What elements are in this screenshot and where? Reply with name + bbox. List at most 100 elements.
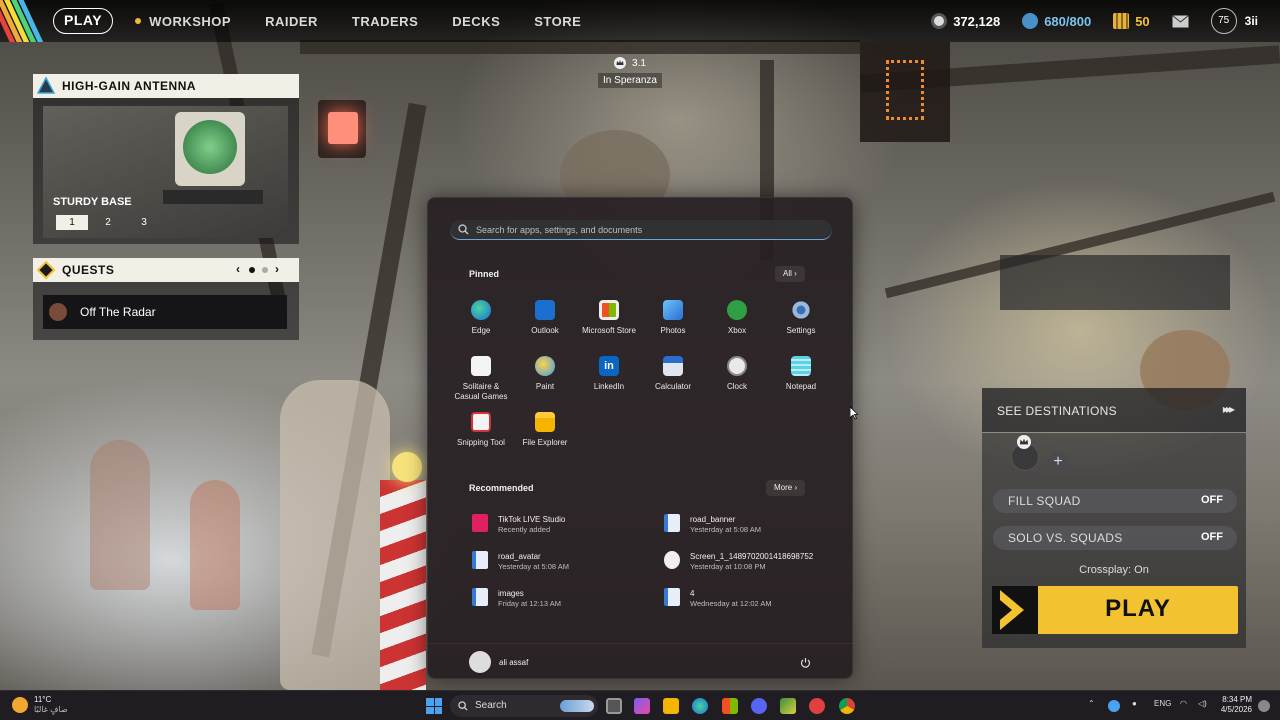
app-xbox[interactable]: Xbox	[705, 298, 769, 352]
weather-temp[interactable]: 11°C	[34, 695, 51, 704]
tray-overflow-icon[interactable]: ⌃	[1088, 699, 1095, 708]
taskbar-search-label: Search	[475, 700, 507, 711]
app-outlook[interactable]: Outlook	[513, 298, 577, 352]
notification-icon[interactable]	[1258, 700, 1270, 712]
solo-vs-squads-label: SOLO VS. SQUADS	[1008, 531, 1123, 545]
snipping-tool-icon	[471, 412, 491, 432]
app-label: Clock	[726, 382, 747, 391]
quests-prev-icon[interactable]: ‹	[236, 262, 241, 276]
chrome-icon[interactable]	[839, 698, 855, 714]
rec-name: road_avatar	[498, 552, 541, 561]
nav-decks[interactable]: DECKS	[452, 14, 500, 29]
antenna-tab-3[interactable]: 3	[128, 215, 160, 230]
recommended-item[interactable]: road_avatar Yesterday at 5:08 AM	[468, 547, 648, 575]
app-label: File Explorer	[522, 438, 568, 447]
solo-vs-squads-toggle[interactable]: SOLO VS. SQUADS OFF	[993, 526, 1237, 550]
notification-dot-icon	[135, 18, 142, 24]
app-snipping-tool[interactable]: Snipping Tool	[449, 410, 513, 464]
network-status-icon[interactable]	[1108, 700, 1120, 712]
recommended-item[interactable]: road_banner Yesterday at 5:08 AM	[660, 510, 840, 538]
recommended-item[interactable]: Screen_1_1489702001418698752 Yesterday a…	[660, 547, 840, 575]
recommended-item[interactable]: TikTok LIVE Studio Recently added	[468, 510, 648, 538]
taskbar-date[interactable]: 4/5/2026	[1214, 705, 1252, 714]
player-level-badge[interactable]: 75	[1210, 8, 1237, 34]
taskbar-time[interactable]: 8:34 PM	[1218, 695, 1252, 704]
solo-vs-squads-value: OFF	[1201, 531, 1223, 543]
weather-icon[interactable]	[12, 697, 28, 713]
nav-store[interactable]: STORE	[534, 14, 581, 29]
user-name[interactable]: ali assaf	[499, 658, 528, 667]
antenna-tab-2[interactable]: 2	[92, 215, 124, 230]
app-paint[interactable]: Paint	[513, 354, 577, 408]
antenna-card[interactable]: HIGH-GAIN ANTENNA STURDY BASE 1 2 3	[33, 74, 299, 244]
volume-icon[interactable]: ◁)	[1198, 699, 1207, 708]
quests-page-dot[interactable]	[262, 267, 268, 273]
folder-icon[interactable]	[663, 698, 679, 714]
quests-next-icon[interactable]: ›	[275, 262, 280, 276]
nav-raider[interactable]: RAIDER	[265, 14, 318, 29]
brand-stripes	[0, 0, 50, 42]
nav-workshop[interactable]: WORKSHOP	[135, 14, 231, 29]
app-calculator[interactable]: Calculator	[641, 354, 705, 408]
app-microsoft-store[interactable]: Microsoft Store	[577, 298, 641, 352]
see-destinations-button[interactable]: SEE DESTINATIONS ▸▸▸	[982, 388, 1246, 432]
windows-taskbar: 11°C صافٍ غالبًا Search ⌃ ● ENG ◠ ◁) 8:3…	[0, 690, 1280, 720]
more-button[interactable]: More ›	[766, 480, 806, 496]
rec-name: 4	[690, 589, 695, 598]
play-button[interactable]: PLAY	[992, 586, 1238, 634]
task-view-icon[interactable]	[606, 698, 622, 714]
player-tag[interactable]: 3ii	[1245, 14, 1258, 28]
rec-sub: Wednesday at 12:02 AM	[690, 599, 772, 608]
game-launcher-icon[interactable]	[780, 698, 796, 714]
folder-icon	[535, 412, 555, 432]
discord-icon[interactable]	[751, 698, 767, 714]
store-icon[interactable]	[722, 698, 738, 714]
windows-start-icon[interactable]	[426, 698, 442, 714]
calculator-icon	[663, 356, 683, 376]
tokens-balance[interactable]: 680/800	[1022, 13, 1091, 29]
start-search-box[interactable]	[450, 220, 832, 240]
solitaire-icon	[471, 356, 491, 376]
edge-icon[interactable]	[692, 698, 708, 714]
recommended-title: Recommended	[469, 483, 534, 493]
app-notepad[interactable]: Notepad	[769, 354, 833, 408]
recommended-item[interactable]: 4 Wednesday at 12:02 AM	[660, 584, 840, 612]
antenna-tab-1[interactable]: 1	[56, 215, 88, 230]
language-indicator[interactable]: ENG	[1154, 699, 1171, 708]
rec-sub: Yesterday at 10:08 PM	[690, 562, 766, 571]
antenna-label: STURDY BASE	[53, 196, 132, 208]
app-label: Notepad	[785, 382, 817, 391]
add-squad-member-icon[interactable]: +	[1048, 452, 1068, 472]
notepad-icon	[791, 356, 811, 376]
app-photos[interactable]: Photos	[641, 298, 705, 352]
user-avatar[interactable]	[469, 651, 491, 673]
all-apps-button[interactable]: All ›	[775, 266, 805, 282]
microphone-icon[interactable]: ●	[1132, 699, 1137, 708]
weather-desc[interactable]: صافٍ غالبًا	[34, 705, 68, 714]
app-label: Outlook	[531, 326, 559, 335]
app-file-explorer[interactable]: File Explorer	[513, 410, 577, 464]
wifi-icon[interactable]: ◠	[1180, 699, 1187, 708]
quest-item[interactable]: Off The Radar	[43, 295, 287, 329]
power-icon[interactable]	[800, 657, 811, 668]
recorder-icon[interactable]	[809, 698, 825, 714]
recommended-item[interactable]: images Friday at 12:13 AM	[468, 584, 648, 612]
copilot-icon[interactable]	[634, 698, 650, 714]
start-search-input[interactable]	[476, 223, 816, 237]
mail-button[interactable]	[1171, 14, 1189, 28]
app-edge[interactable]: Edge	[449, 298, 513, 352]
app-linkedin[interactable]: in LinkedIn	[577, 354, 641, 408]
nav-play-button[interactable]: PLAY	[53, 8, 114, 34]
squad-member-avatar[interactable]	[1011, 435, 1039, 471]
app-label: Xbox	[727, 326, 747, 335]
nav-traders[interactable]: TRADERS	[352, 14, 418, 29]
app-solitaire[interactable]: Solitaire & Casual Games	[449, 354, 513, 408]
coins-balance[interactable]: 372,128	[931, 13, 1000, 29]
quests-page-dot-active[interactable]	[249, 267, 255, 273]
app-settings[interactable]: Settings	[769, 298, 833, 352]
taskbar-search[interactable]: Search	[450, 695, 598, 717]
app-clock[interactable]: Clock	[705, 354, 769, 408]
credits-balance[interactable]: 50	[1113, 13, 1150, 29]
fill-squad-toggle[interactable]: FILL SQUAD OFF	[993, 489, 1237, 513]
currency-bar: 372,128 680/800 50 75 3ii	[931, 7, 1280, 35]
